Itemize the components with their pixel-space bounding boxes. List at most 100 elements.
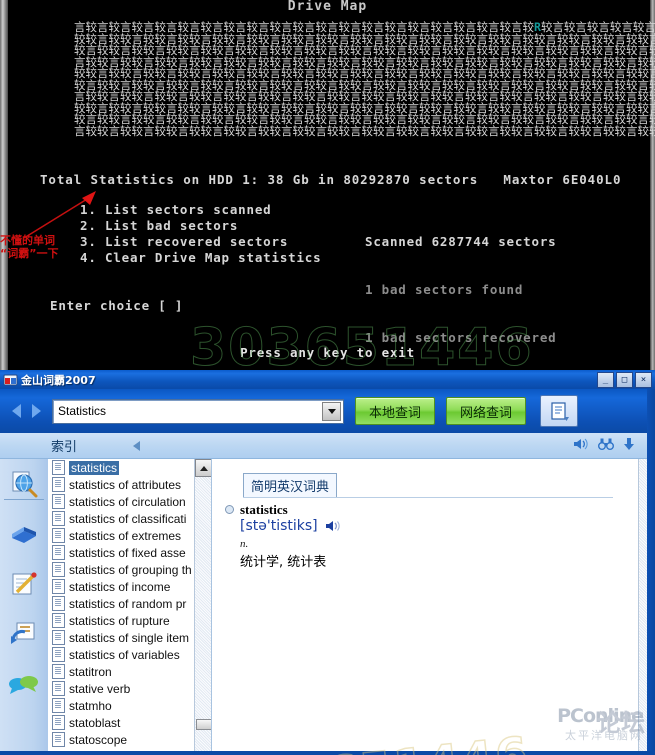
- combo-dropdown-button[interactable]: [322, 401, 341, 421]
- list-item-label: stative verb: [69, 681, 131, 696]
- document-icon: [52, 477, 65, 492]
- console-menu-item[interactable]: 4. Clear Drive Map statistics: [80, 250, 321, 266]
- document-icon: [52, 528, 65, 543]
- forward-button[interactable]: [26, 398, 46, 424]
- console-menu-item[interactable]: 2. List bad sectors: [80, 218, 321, 234]
- index-action-icons: [573, 437, 635, 451]
- document-icon: [52, 715, 65, 730]
- document-translate-button[interactable]: [540, 395, 578, 427]
- list-item[interactable]: statistics of grouping th: [48, 561, 211, 578]
- minimize-button[interactable]: _: [597, 372, 614, 388]
- list-item[interactable]: statoscope: [48, 731, 211, 748]
- speaker-icon[interactable]: [573, 437, 589, 451]
- stat-bad-recovered: 1 bad sectors recovered: [365, 330, 557, 345]
- word-list-scrollbar[interactable]: [194, 459, 211, 755]
- document-icon: [52, 562, 65, 577]
- document-icon: [52, 579, 65, 594]
- powerword-window: 金山词霸2007 _ □ × Statistics 本地查词 网络查词 索引 s…: [0, 370, 655, 755]
- list-item[interactable]: statistics of fixed asse: [48, 544, 211, 561]
- arrow-right-icon: [31, 404, 41, 418]
- list-item[interactable]: statistics of variables: [48, 646, 211, 663]
- document-icon: [52, 630, 65, 645]
- enter-choice-prompt[interactable]: Enter choice [ ]: [50, 298, 183, 313]
- definition-panel: 简明英汉词典 statistics [stə'tistiks] n. 统计学, …: [212, 459, 655, 755]
- list-item[interactable]: statistics of attributes: [48, 476, 211, 493]
- list-item[interactable]: statistics: [48, 459, 211, 476]
- local-search-button[interactable]: 本地查词: [355, 397, 435, 425]
- window-body: statistics statistics of attributes statis…: [0, 459, 655, 755]
- document-icon: [52, 681, 65, 696]
- console-menu-item[interactable]: 1. List sectors scanned: [80, 202, 321, 218]
- stat-bad-found: 1 bad sectors found: [365, 282, 524, 297]
- list-item[interactable]: statistics of extremes: [48, 527, 211, 544]
- list-item-label: statistics of classificati: [69, 511, 187, 526]
- list-item[interactable]: statistics of circulation: [48, 493, 211, 510]
- book-icon: [12, 527, 36, 543]
- document-icon: [52, 596, 65, 611]
- sidebar-item-chat[interactable]: [0, 659, 48, 709]
- list-item-label: statitron: [69, 664, 112, 679]
- document-icon: [52, 664, 65, 679]
- translate-refresh-icon: [11, 622, 35, 644]
- list-item[interactable]: statistics of income: [48, 578, 211, 595]
- list-item[interactable]: statistics of classificati: [48, 510, 211, 527]
- list-item-label: statistics: [69, 460, 120, 475]
- list-item[interactable]: statistics of random pr: [48, 595, 211, 612]
- hdd-regenerator-console: Drive Map 言较言较言较言较言较言较言较言较言较言较言较言较言较言较言较…: [0, 0, 655, 370]
- binoculars-icon[interactable]: [598, 437, 614, 451]
- console-menu[interactable]: 1. List sectors scanned 2. List bad secto…: [80, 202, 321, 266]
- index-bar: 索引: [0, 433, 655, 459]
- dictionary-name-tab[interactable]: 简明英汉词典: [243, 473, 338, 498]
- chat-bubbles-icon: [9, 676, 38, 694]
- globe-search-icon: [12, 471, 38, 498]
- definition-part-of-speech: n.: [240, 538, 249, 550]
- list-item[interactable]: statitron: [48, 663, 211, 680]
- screen-root: Drive Map 言较言较言较言较言较言较言较言较言较言较言较言较言较言较言较…: [0, 0, 655, 755]
- sidebar-item-translate[interactable]: [0, 609, 48, 659]
- sidebar-item-search[interactable]: [0, 459, 48, 509]
- list-item-label: statoblast: [69, 715, 121, 730]
- list-item-label: statistics of rupture: [69, 613, 170, 628]
- scroll-up-button[interactable]: [195, 459, 211, 477]
- console-menu-item[interactable]: 3. List recovered sectors: [80, 234, 321, 250]
- web-search-button[interactable]: 网络查词: [446, 397, 526, 425]
- list-item[interactable]: statistics of single item: [48, 629, 211, 646]
- list-item[interactable]: statistics of rupture: [48, 612, 211, 629]
- document-icon: [551, 401, 569, 421]
- scrollbar-thumb[interactable]: [196, 719, 211, 730]
- drive-map-title: Drive Map: [287, 0, 368, 14]
- pronounce-speaker-icon[interactable]: [325, 519, 341, 533]
- word-index-list[interactable]: statistics statistics of attributes statis…: [48, 459, 212, 755]
- list-item[interactable]: stative verb: [48, 680, 211, 697]
- sidebar-item-notes[interactable]: [0, 559, 48, 609]
- word-list-rows: statistics statistics of attributes statis…: [48, 459, 211, 748]
- list-item[interactable]: statoblast: [48, 714, 211, 731]
- triangle-up-icon: [200, 465, 208, 471]
- window-title: 金山词霸2007: [21, 373, 96, 387]
- app-icon: [3, 372, 18, 387]
- list-item[interactable]: statmho: [48, 697, 211, 714]
- drive-map-grid: 言较言较言较言较言较言较言较言较言较言较言较言较言较言较言较言较言较言较言较言较…: [74, 20, 655, 138]
- definition-phonetic: [stə'tistiks]: [240, 518, 318, 534]
- window-right-edge: [647, 389, 655, 755]
- list-item-label: statistics of attributes: [69, 477, 182, 492]
- list-item-label: statistics of circulation: [69, 494, 186, 509]
- window-titlebar[interactable]: 金山词霸2007 _ □ ×: [0, 370, 655, 389]
- maximize-button[interactable]: □: [616, 372, 633, 388]
- dictionary-tab-underline: [243, 497, 613, 498]
- chevron-left-icon[interactable]: [133, 440, 141, 451]
- close-button[interactable]: ×: [635, 372, 652, 388]
- search-input[interactable]: Statistics: [52, 398, 344, 424]
- document-icon: [52, 545, 65, 560]
- index-tab-label[interactable]: 索引: [48, 436, 77, 455]
- back-button[interactable]: [6, 398, 26, 424]
- list-item-label: statistics of fixed asse: [69, 545, 186, 560]
- window-controls[interactable]: _ □ ×: [597, 372, 652, 388]
- left-sidebar: [0, 459, 48, 755]
- document-icon: [52, 698, 65, 713]
- list-item-label: statistics of grouping th: [69, 562, 192, 577]
- press-any-key-text: Press any key to exit: [240, 345, 415, 360]
- definition-meaning: 统计学, 统计表: [240, 555, 327, 570]
- download-arrow-icon[interactable]: [623, 437, 635, 451]
- sidebar-item-dictionary[interactable]: [0, 509, 48, 559]
